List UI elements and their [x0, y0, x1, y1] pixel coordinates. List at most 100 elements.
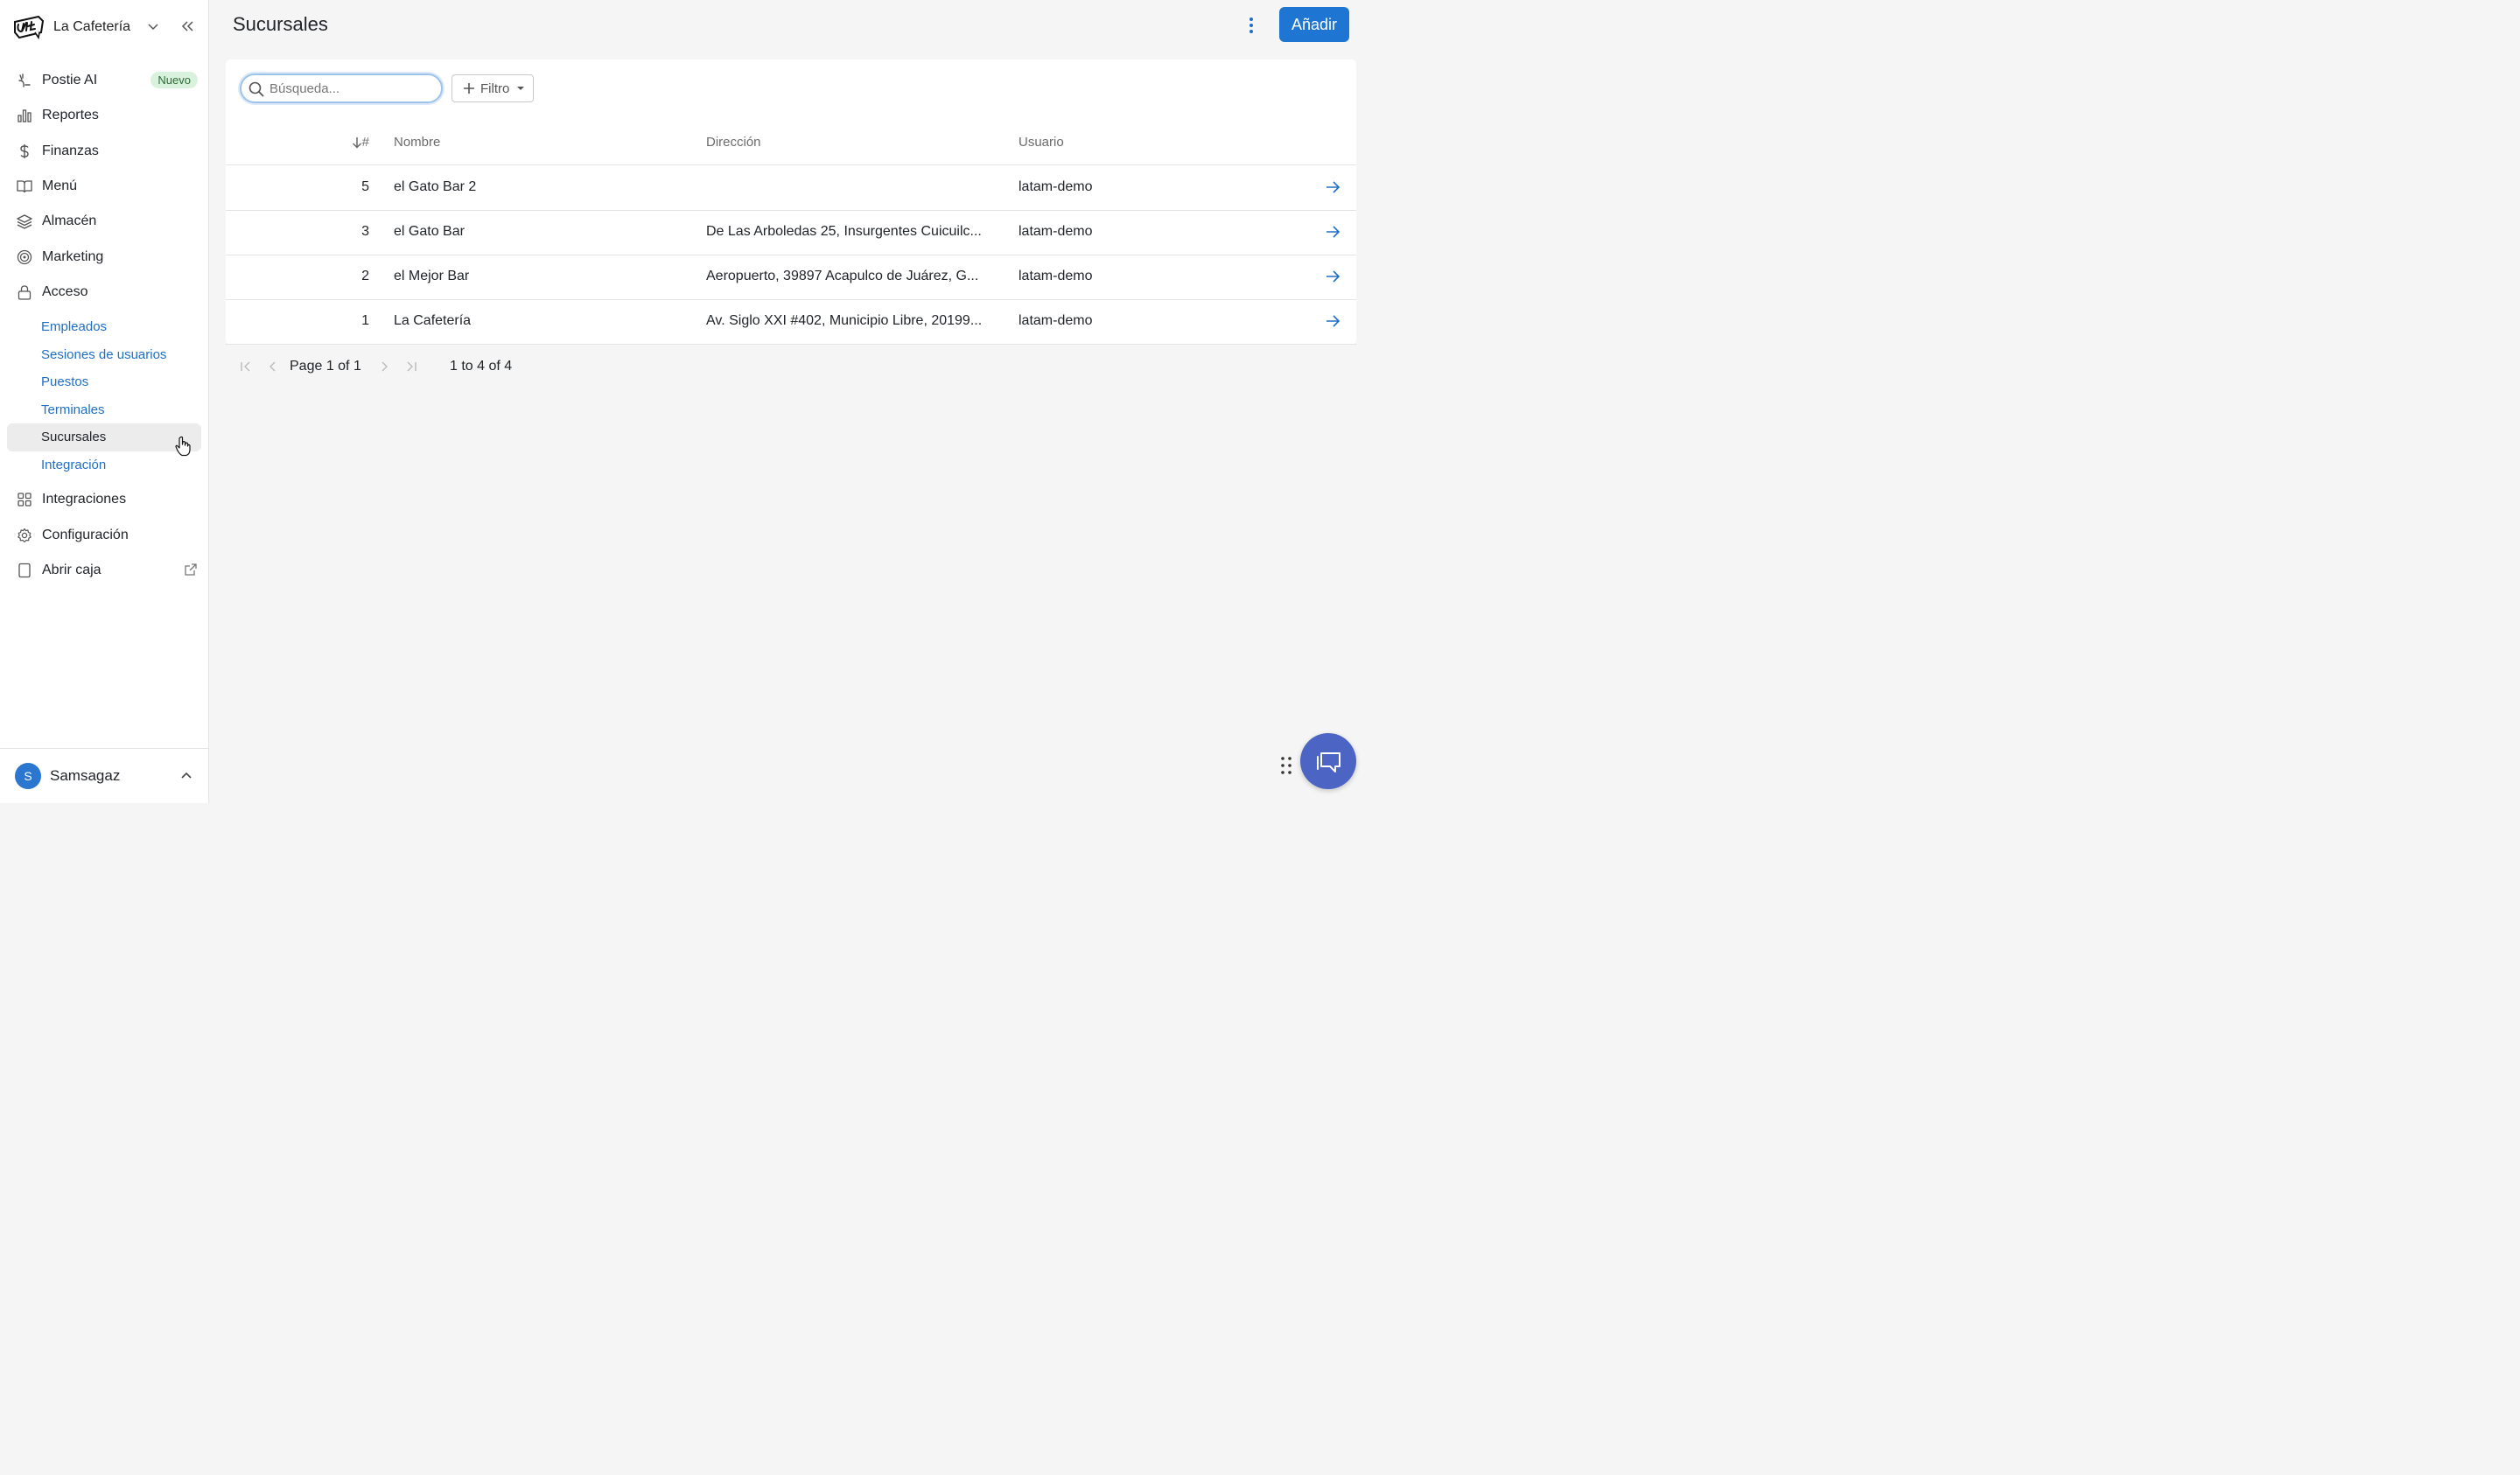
search-box[interactable]: [240, 73, 443, 103]
book-icon: [17, 178, 32, 194]
sidebar-subitem-terminales[interactable]: Terminales: [7, 396, 201, 424]
sidebar-item-postie-ai[interactable]: Postie AI Nuevo: [7, 63, 201, 98]
grid-icon: [17, 492, 32, 507]
column-header-name[interactable]: Nombre: [394, 135, 440, 150]
cell-name: el Gato Bar 2: [394, 179, 477, 194]
lock-icon: [17, 284, 32, 300]
avatar: S: [15, 763, 41, 789]
cell-number: 3: [361, 224, 369, 239]
search-icon: [248, 81, 264, 97]
cell-user: latam-demo: [1018, 313, 1093, 328]
table-row[interactable]: 3 el Gato Bar De Las Arboledas 25, Insur…: [226, 210, 1356, 255]
sidebar-nav: Postie AI Nuevo Reportes Finanzas Menú A…: [7, 63, 201, 588]
cell-number: 2: [361, 269, 369, 283]
plus-icon: [464, 83, 474, 94]
target-icon: [17, 249, 32, 265]
cell-address: De Las Arboledas 25, Insurgentes Cuicuil…: [706, 224, 982, 239]
page-title: Sucursales: [233, 13, 328, 35]
cell-number: 1: [361, 313, 369, 328]
table-row[interactable]: 1 La Cafetería Av. Siglo XXI #402, Munic…: [226, 299, 1356, 345]
filter-label: Filtro: [480, 80, 510, 96]
new-badge: Nuevo: [150, 72, 198, 88]
cell-user: latam-demo: [1018, 224, 1093, 239]
column-header-user[interactable]: Usuario: [1018, 135, 1064, 150]
column-label: #: [361, 135, 369, 150]
chevron-down-icon[interactable]: [147, 20, 159, 32]
sidebar-item-finanzas[interactable]: Finanzas: [7, 134, 201, 169]
table-header: # Nombre Dirección Usuario: [226, 126, 1356, 165]
cell-name: el Mejor Bar: [394, 269, 470, 283]
user-name: Samsagaz: [50, 767, 121, 784]
sidebar-subitem-sucursales[interactable]: Sucursales: [7, 423, 201, 451]
cafe-logo-icon: [14, 15, 45, 40]
tablet-icon: [17, 563, 32, 578]
sidebar-item-reportes[interactable]: Reportes: [7, 98, 201, 133]
sidebar-item-label: Finanzas: [42, 143, 99, 158]
sidebar-item-abrir-caja[interactable]: Abrir caja: [7, 553, 201, 588]
sidebar-item-label: Marketing: [42, 248, 104, 264]
cell-name: La Cafetería: [394, 313, 472, 328]
sidebar-item-integraciones[interactable]: Integraciones: [7, 482, 201, 517]
chat-icon: [1317, 752, 1340, 772]
main-content: Sucursales Añadir Filtro # Nombre Direcc…: [209, 0, 1372, 803]
chevron-up-icon[interactable]: [180, 770, 192, 782]
sidebar-item-almacen[interactable]: Almacén: [7, 204, 201, 239]
cell-number: 5: [361, 179, 369, 194]
filter-button[interactable]: Filtro: [452, 74, 534, 102]
sidebar-item-configuracion[interactable]: Configuración: [7, 517, 201, 552]
arrow-right-icon[interactable]: [1325, 179, 1340, 195]
bar-chart-icon: [17, 108, 32, 123]
sidebar-subitem-puestos[interactable]: Puestos: [7, 368, 201, 396]
column-header-number[interactable]: #: [226, 135, 369, 150]
sidebar-item-label: Postie AI: [42, 73, 98, 88]
brand-name: La Cafetería: [53, 19, 131, 34]
sidebar-item-label: Abrir caja: [42, 562, 102, 577]
arrow-right-icon[interactable]: [1325, 313, 1340, 329]
cell-address: Av. Siglo XXI #402, Municipio Libre, 201…: [706, 313, 983, 328]
column-header-address[interactable]: Dirección: [706, 135, 761, 150]
sidebar: La Cafetería Postie AI Nuevo Reportes Fi…: [0, 0, 209, 803]
table-row[interactable]: 5 el Gato Bar 2 latam-demo: [226, 165, 1356, 211]
add-button[interactable]: Añadir: [1279, 7, 1349, 42]
arrow-right-icon[interactable]: [1325, 269, 1340, 284]
sparkle-icon: [17, 73, 32, 88]
external-link-icon: [185, 563, 197, 576]
caret-down-icon: [517, 87, 525, 90]
sidebar-item-label: Configuración: [42, 527, 129, 542]
first-page-icon[interactable]: [240, 360, 252, 373]
cell-user: latam-demo: [1018, 179, 1093, 194]
collapse-sidebar-icon[interactable]: [180, 20, 194, 32]
acceso-submenu: Empleados Sesiones de usuarios Puestos T…: [7, 310, 201, 482]
brand-switcher[interactable]: La Cafetería: [12, 12, 194, 42]
sort-arrow-down-icon: [352, 136, 361, 149]
sidebar-subitem-integracion[interactable]: Integración: [7, 451, 201, 479]
sidebar-item-label: Menú: [42, 178, 78, 194]
table-row[interactable]: 2 el Mejor Bar Aeropuerto, 39897 Acapulc…: [226, 255, 1356, 300]
cell-name: el Gato Bar: [394, 224, 465, 239]
chat-button[interactable]: [1300, 733, 1356, 789]
sidebar-item-label: Integraciones: [42, 492, 127, 507]
last-page-icon[interactable]: [405, 360, 417, 373]
dollar-icon: [17, 143, 32, 159]
next-page-icon[interactable]: [378, 360, 390, 373]
cell-address: Aeropuerto, 39897 Acapulco de Juárez, G.…: [706, 269, 979, 283]
sidebar-item-menu[interactable]: Menú: [7, 169, 201, 204]
sidebar-item-label: Acceso: [42, 283, 88, 299]
pagination: Page 1 of 1 1 to 4 of 4: [226, 357, 751, 378]
user-menu[interactable]: S Samsagaz: [0, 748, 208, 803]
cell-user: latam-demo: [1018, 269, 1093, 283]
sidebar-item-label: Almacén: [42, 213, 97, 229]
sidebar-item-acceso[interactable]: Acceso: [7, 275, 201, 310]
previous-page-icon[interactable]: [267, 360, 279, 373]
row-range: 1 to 4 of 4: [450, 359, 513, 374]
branches-table-card: Filtro # Nombre Dirección Usuario 5 el G…: [226, 59, 1356, 374]
drag-handle-icon[interactable]: [1280, 756, 1292, 775]
sidebar-item-label: Reportes: [42, 108, 99, 123]
sidebar-subitem-sesiones[interactable]: Sesiones de usuarios: [7, 341, 201, 369]
sidebar-subitem-empleados[interactable]: Empleados: [7, 313, 201, 341]
hand-cursor-icon: [175, 436, 191, 457]
search-input[interactable]: [268, 80, 438, 97]
sidebar-item-marketing[interactable]: Marketing: [7, 239, 201, 274]
arrow-right-icon[interactable]: [1325, 224, 1340, 240]
more-options-icon[interactable]: [1248, 17, 1255, 33]
